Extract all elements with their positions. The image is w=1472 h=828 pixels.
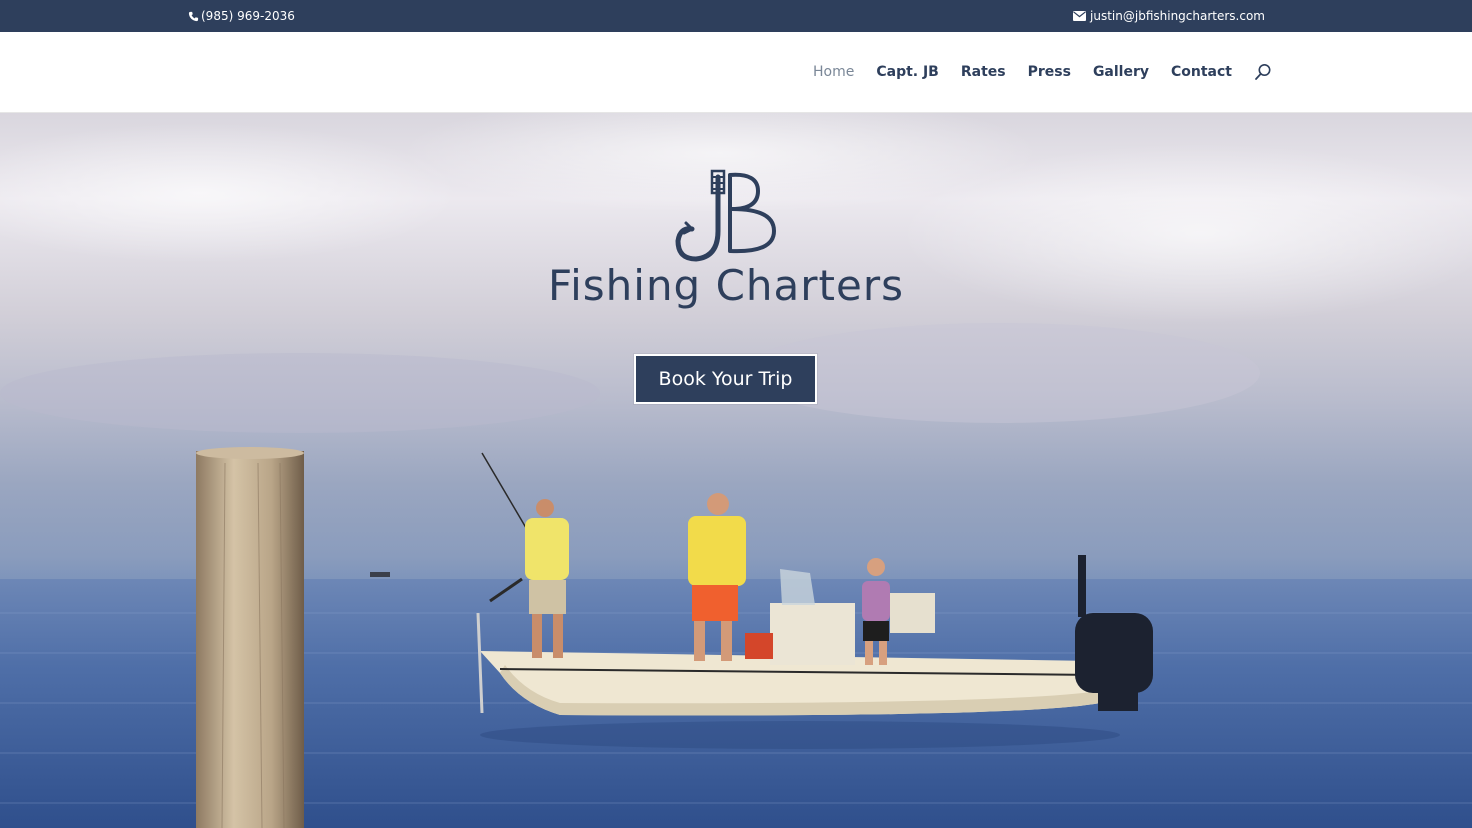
phone-number: (985) 969-2036 [201,9,295,23]
brand-logo[interactable]: Fishing Charters [546,169,906,329]
email-address: justin@jbfishingcharters.com [1090,9,1265,23]
phone-icon [188,11,199,22]
email-link[interactable]: justin@jbfishingcharters.com [1073,9,1265,23]
phone-link[interactable]: (985) 969-2036 [188,9,295,23]
nav-press[interactable]: Press [1028,64,1071,80]
top-bar: (985) 969-2036 justin@jbfishingcharters.… [0,0,1472,32]
nav-rates[interactable]: Rates [961,64,1006,80]
search-icon[interactable] [1254,63,1272,81]
fish-hook-monogram-icon [675,169,777,262]
nav-contact[interactable]: Contact [1171,64,1232,80]
nav-home[interactable]: Home [813,64,854,80]
envelope-icon [1073,11,1087,21]
nav-capt-jb[interactable]: Capt. JB [876,64,939,80]
nav-gallery[interactable]: Gallery [1093,64,1149,80]
book-your-trip-button[interactable]: Book Your Trip [634,354,817,404]
hero-section: Fishing Charters Book Your Trip [0,113,1472,828]
brand-name: Fishing Charters [548,261,904,310]
site-header: Home Capt. JB Rates Press Gallery Contac… [0,32,1472,113]
main-nav: Home Capt. JB Rates Press Gallery Contac… [791,32,1272,112]
